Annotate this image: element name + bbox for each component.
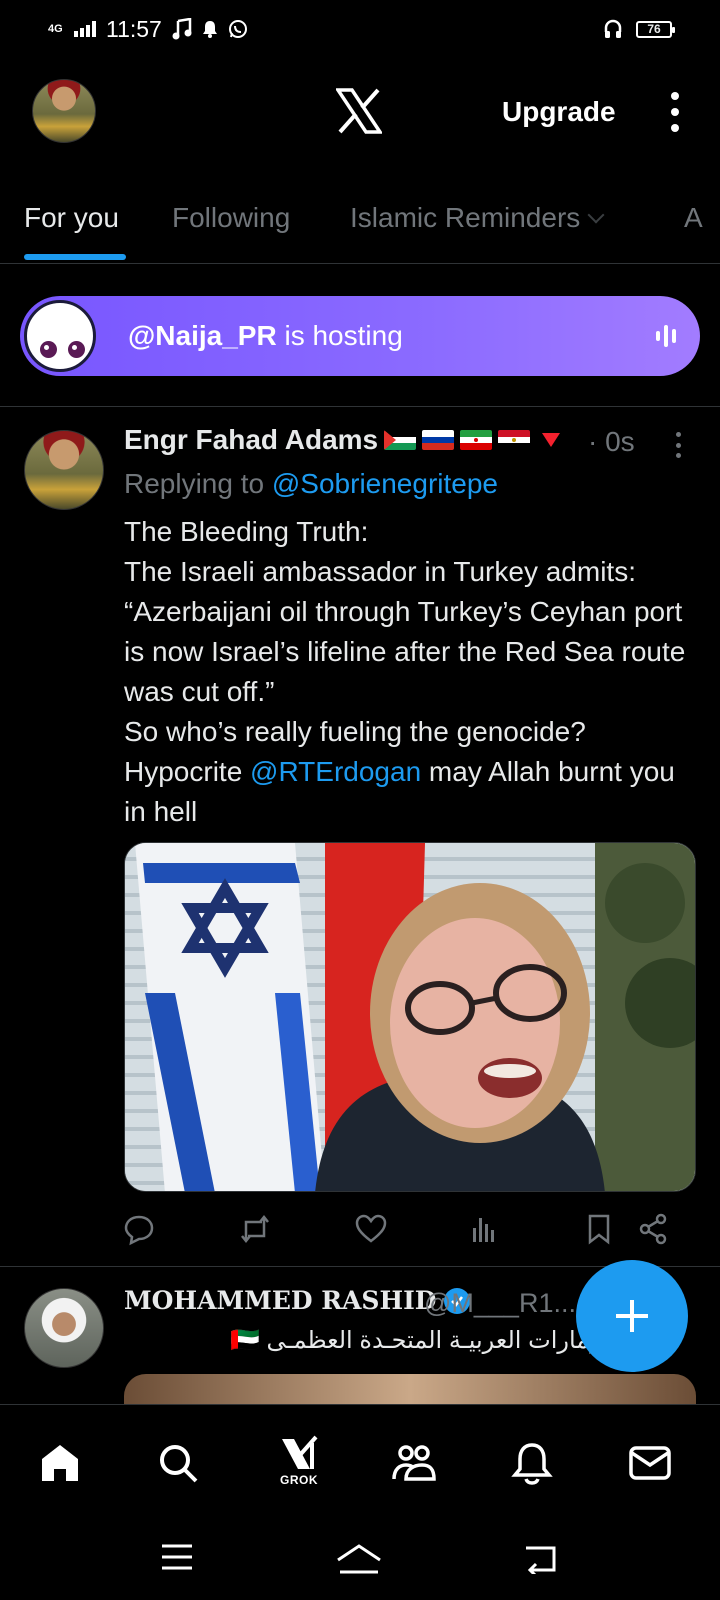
space-host-handle: @Naija_PR [128, 320, 277, 351]
tab-next-partial[interactable]: A [684, 202, 703, 234]
views-icon[interactable] [466, 1212, 500, 1246]
bookmark-icon[interactable] [582, 1212, 616, 1246]
active-tab-indicator [24, 254, 126, 260]
tweet-more-icon[interactable] [676, 432, 682, 458]
upgrade-button[interactable]: Upgrade [502, 96, 616, 128]
replying-to-mention[interactable]: @Sobrienegritepe [272, 468, 498, 499]
bottom-navigation: GROK [0, 1404, 720, 1514]
egypt-flag-icon [498, 430, 531, 450]
like-icon[interactable] [354, 1212, 388, 1246]
space-live-banner[interactable]: @Naija_PR is hosting [20, 296, 700, 376]
tweet-author-name-row[interactable]: MOHAMMED RASHID [124, 1286, 471, 1315]
tweet-line: “Azerbaijani oil through Turkey’s Ceyhan… [124, 596, 686, 707]
divider [0, 406, 720, 407]
share-icon[interactable] [636, 1212, 670, 1246]
tweet-line: So who’s really fueling the genocide? [124, 716, 586, 747]
grok-icon[interactable] [278, 1433, 322, 1477]
battery-level: 76 [647, 22, 661, 36]
tab-for-you[interactable]: For you [24, 202, 119, 234]
space-host-avatar [24, 300, 96, 372]
top-app-bar: Upgrade [0, 70, 720, 160]
signal-icon [74, 21, 96, 37]
tweet-line: Hypocrite @RTErdogan may Allah burnt you… [124, 752, 694, 832]
red-triangle-icon [542, 433, 561, 447]
tweet-author-avatar[interactable] [24, 430, 104, 510]
tweet-image[interactable] [124, 842, 696, 1192]
notifications-icon[interactable] [510, 1441, 554, 1485]
tab-following[interactable]: Following [172, 202, 290, 234]
tweet-line: The Israeli ambassador in Turkey admits: [124, 556, 636, 587]
clock: 11:57 [106, 15, 162, 42]
status-bar: 4G 11:57 76 [0, 0, 720, 58]
replying-to: Replying to @Sobrienegritepe [124, 468, 498, 500]
recent-apps-icon[interactable] [160, 1542, 194, 1572]
battery-indicator: 76 [636, 20, 675, 38]
back-icon[interactable] [522, 1542, 558, 1574]
space-banner-text: @Naija_PR is hosting [128, 320, 403, 352]
home-icon[interactable] [38, 1441, 82, 1485]
tab-islamic-reminders-label: Islamic Reminders [350, 202, 581, 233]
space-hosting-label: is hosting [276, 320, 403, 351]
iran-flag-icon [460, 430, 493, 450]
tweet-image[interactable] [124, 1374, 696, 1404]
repost-icon[interactable] [238, 1212, 272, 1246]
more-options-icon[interactable] [668, 92, 682, 132]
profile-avatar[interactable] [32, 79, 96, 143]
tweet-author-handle: @M___R1... [424, 1288, 576, 1318]
tweet-actions [0, 1212, 720, 1252]
russia-flag-icon [422, 430, 455, 450]
music-icon [172, 18, 192, 40]
audio-levels-icon [656, 325, 676, 347]
search-icon[interactable] [156, 1441, 200, 1485]
messages-icon[interactable] [628, 1441, 672, 1485]
notification-bell-icon [202, 21, 217, 38]
tweet-line: The Bleeding Truth: [124, 516, 369, 547]
reply-icon[interactable] [122, 1212, 156, 1246]
grok-label: GROK [280, 1473, 318, 1487]
tweet-mention[interactable]: @RTErdogan [250, 756, 421, 787]
communities-icon[interactable] [392, 1441, 436, 1485]
palestine-flag-icon [384, 430, 417, 450]
tweet-author-name-row[interactable]: Engr Fahad Adams [124, 424, 561, 456]
tweet-image-content [125, 843, 695, 1191]
tweet-author-avatar[interactable] [24, 1288, 104, 1368]
tab-islamic-reminders[interactable]: Islamic Reminders [350, 202, 605, 234]
x-logo-icon[interactable] [336, 88, 382, 134]
replying-to-label: Replying to [124, 468, 272, 499]
tweet-author-name: MOHAMMED RASHID [124, 1286, 437, 1315]
tweet-timestamp[interactable]: · 0s [588, 426, 635, 458]
system-home-icon[interactable] [334, 1542, 384, 1576]
whatsapp-icon [228, 20, 247, 38]
chevron-down-icon [587, 206, 605, 224]
system-navigation-bar [0, 1514, 720, 1600]
timeline-tabs: For you Following Islamic Reminders A [0, 184, 720, 264]
tweet-text-segment: Hypocrite [124, 756, 251, 787]
tweet-text: The Bleeding Truth: The Israeli ambassad… [124, 512, 694, 832]
compose-post-button[interactable] [576, 1260, 688, 1372]
plus-icon [616, 1300, 648, 1332]
tweet-author-name: Engr Fahad Adams [124, 424, 379, 455]
headphones-icon [604, 19, 622, 38]
